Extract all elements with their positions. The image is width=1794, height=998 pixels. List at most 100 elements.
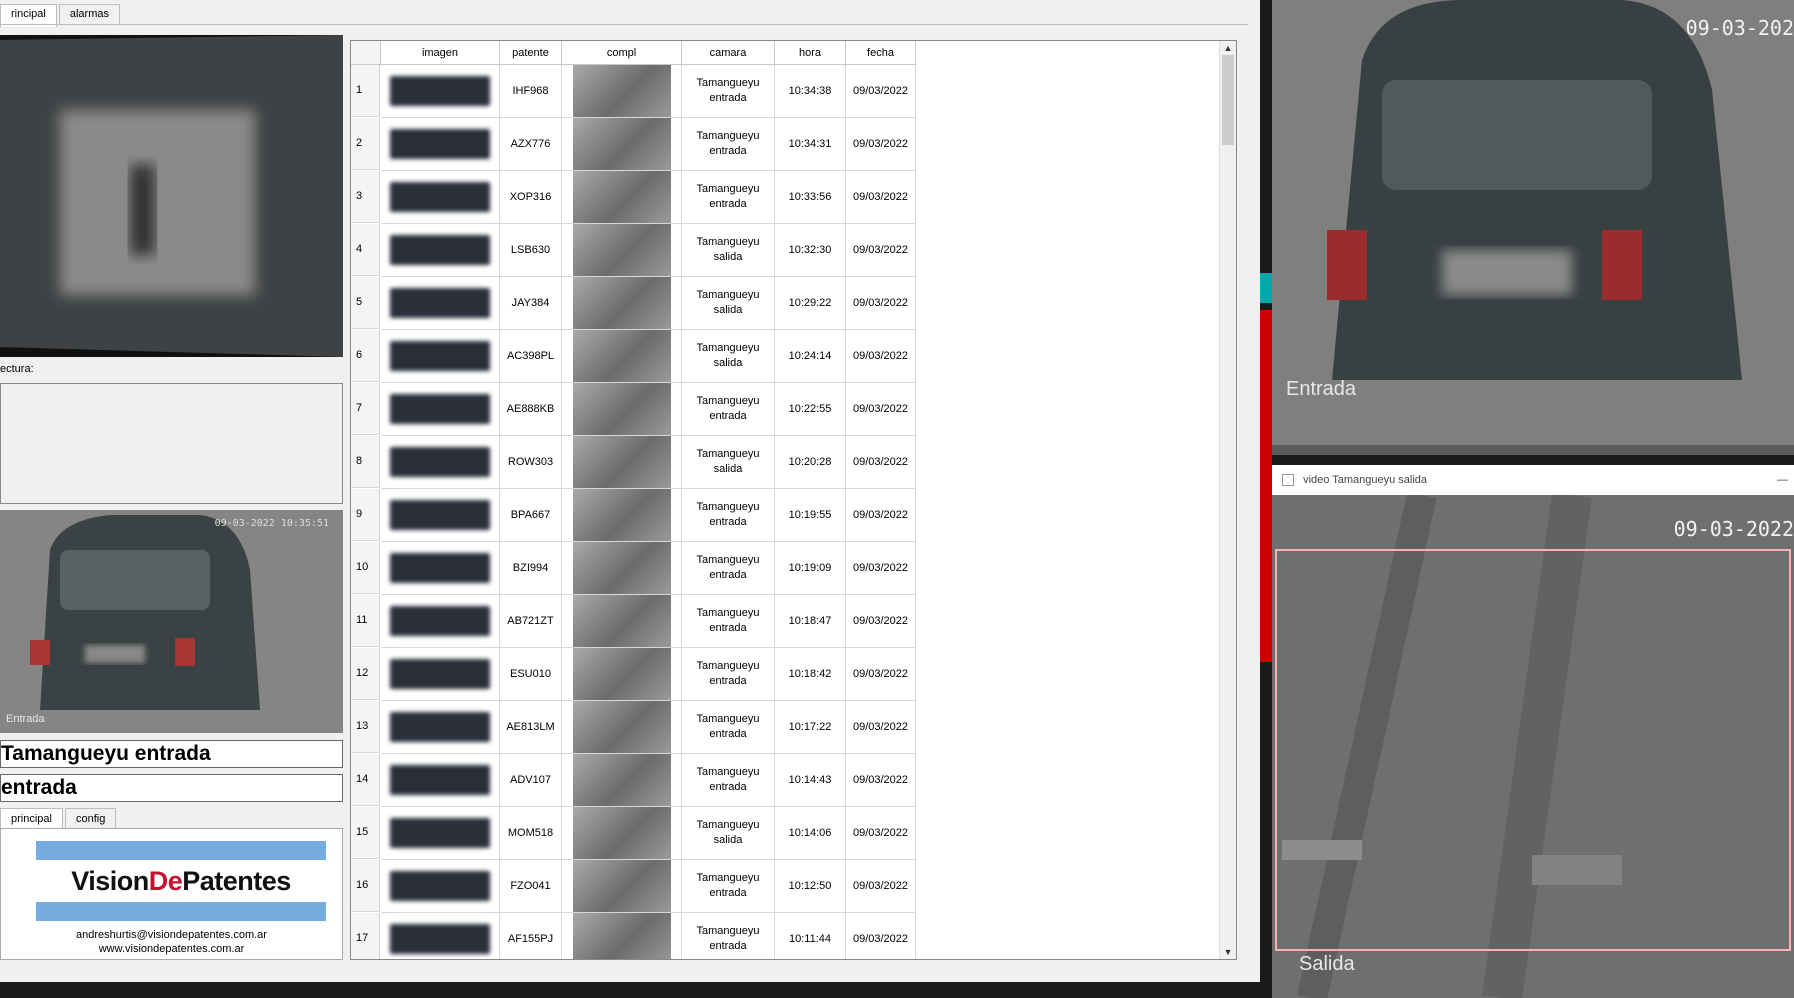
scroll-up-icon[interactable]: ▲ <box>1220 41 1236 55</box>
subtab-config[interactable]: config <box>64 808 117 829</box>
scroll-thumb[interactable] <box>1222 55 1234 145</box>
row-number: 8 <box>351 436 380 488</box>
header-hora[interactable]: hora <box>775 41 846 65</box>
row-number: 11 <box>351 595 380 647</box>
table-row[interactable]: 10 BZI994 Tamangueyu entrada 10:19:09 09/03/… <box>351 542 916 595</box>
header-rownum <box>351 41 381 65</box>
table-row[interactable]: 13 AE813LM Tamangueyu entrada 10:17:22 09/03… <box>351 701 916 754</box>
table-row[interactable]: 17 AF155PJ Tamangueyu entrada 10:11:44 09/03… <box>351 913 916 959</box>
plate-image <box>381 65 500 118</box>
video-entrada: 09-03-202 Entrada <box>1272 0 1794 455</box>
fecha-cell: 09/03/2022 <box>846 330 916 383</box>
table-row[interactable]: 16 FZO041 Tamangueyu entrada 10:12:50 09/03/… <box>351 860 916 913</box>
minimize-button[interactable]: — <box>1777 465 1788 495</box>
table-row[interactable]: 11 AB721ZT Tamangueyu entrada 10:18:47 09/03… <box>351 595 916 648</box>
header-imagen[interactable]: imagen <box>381 41 500 65</box>
patente-cell: AZX776 <box>500 118 562 171</box>
camara-cell: Tamangueyu entrada <box>682 595 775 648</box>
plate-image <box>381 436 500 489</box>
patente-cell: ROW303 <box>500 436 562 489</box>
patente-cell: AB721ZT <box>500 595 562 648</box>
car-thumbnail <box>572 648 671 700</box>
hora-cell: 10:14:43 <box>775 754 846 807</box>
compl-image <box>562 489 682 542</box>
table-row[interactable]: 15 MOM518 Tamangueyu salida 10:14:06 09/03/2… <box>351 807 916 860</box>
row-number: 13 <box>351 701 380 753</box>
row-number: 10 <box>351 542 380 594</box>
logo-panel: VisionDePatentes andreshurtis@visiondepa… <box>0 828 343 960</box>
table-row[interactable]: 4 LSB630 Tamangueyu salida 10:32:30 09/03/20… <box>351 224 916 277</box>
hora-cell: 10:12:50 <box>775 860 846 913</box>
fecha-cell: 09/03/2022 <box>846 807 916 860</box>
table-row[interactable]: 9 BPA667 Tamangueyu entrada 10:19:55 09/03/2… <box>351 489 916 542</box>
compl-image <box>562 330 682 383</box>
table-row[interactable]: 1 IHF968 Tamangueyu entrada 10:34:38 09/03/2… <box>351 65 916 118</box>
app-window: rincipal alarmas ectura: 09-03-2022 10:3… <box>0 0 1260 982</box>
hora-cell: 10:19:09 <box>775 542 846 595</box>
header-patente[interactable]: patente <box>500 41 562 65</box>
header-camara[interactable]: camara <box>682 41 775 65</box>
fecha-cell: 09/03/2022 <box>846 224 916 277</box>
compl-image <box>562 913 682 959</box>
car-thumbnail <box>572 65 671 117</box>
row-number: 9 <box>351 489 380 541</box>
header-compl[interactable]: compl <box>562 41 682 65</box>
teal-indicator <box>1260 273 1272 303</box>
plate-thumbnail <box>390 76 490 106</box>
camara-cell: Tamangueyu entrada <box>682 383 775 436</box>
hora-cell: 10:33:56 <box>775 171 846 224</box>
plate-thumbnail <box>390 659 490 689</box>
table-row[interactable]: 14 ADV107 Tamangueyu entrada 10:14:43 09/03/… <box>351 754 916 807</box>
car-thumbnail <box>572 701 671 753</box>
fecha-cell: 09/03/2022 <box>846 595 916 648</box>
hora-cell: 10:34:31 <box>775 118 846 171</box>
detections-table[interactable]: imagen patente compl camara hora fecha 1… <box>350 40 1237 960</box>
plate-image <box>381 595 500 648</box>
plate-image <box>381 489 500 542</box>
camara-cell: Tamangueyu entrada <box>682 118 775 171</box>
camara-cell: Tamangueyu entrada <box>682 648 775 701</box>
patente-cell: JAY384 <box>500 277 562 330</box>
hora-cell: 10:17:22 <box>775 701 846 754</box>
compl-image <box>562 224 682 277</box>
header-fecha[interactable]: fecha <box>846 41 916 65</box>
car-thumbnail <box>572 436 671 488</box>
car-thumbnail <box>572 542 671 594</box>
lectura-label: ectura: <box>0 363 34 375</box>
plate-image <box>381 913 500 959</box>
main-tabs: rincipal alarmas <box>0 4 122 27</box>
hora-cell: 10:32:30 <box>775 224 846 277</box>
table-row[interactable]: 6 AC398PL Tamangueyu salida 10:24:14 09/03/2… <box>351 330 916 383</box>
compl-image <box>562 860 682 913</box>
car-thumbnail <box>572 860 671 912</box>
car-thumbnail <box>572 383 671 435</box>
patente-cell: AE888KB <box>500 383 562 436</box>
video1-caption: Entrada <box>1286 378 1357 400</box>
plate-image <box>381 701 500 754</box>
hora-cell: 10:14:06 <box>775 807 846 860</box>
plate-thumbnail <box>390 924 490 954</box>
camera-name-label: Tamangueyu entrada <box>0 740 343 768</box>
video2-titlebar: video Tamangueyu salida — <box>1272 465 1794 495</box>
red-indicator <box>1260 310 1272 662</box>
table-row[interactable]: 5 JAY384 Tamangueyu salida 10:29:22 09/03/20… <box>351 277 916 330</box>
row-number: 2 <box>351 118 380 170</box>
table-row[interactable]: 12 ESU010 Tamangueyu entrada 10:18:42 09/03/… <box>351 648 916 701</box>
patente-cell: AE813LM <box>500 701 562 754</box>
tab-alarmas[interactable]: alarmas <box>58 4 120 24</box>
plate-thumbnail <box>390 712 490 742</box>
plate-image <box>381 224 500 277</box>
table-scrollbar[interactable]: ▲ ▼ <box>1219 41 1236 959</box>
row-number: 4 <box>351 224 380 276</box>
table-row[interactable]: 3 XOP316 Tamangueyu entrada 10:33:56 09/03/2… <box>351 171 916 224</box>
plate-thumbnail <box>390 500 490 530</box>
camara-cell: Tamangueyu entrada <box>682 860 775 913</box>
table-row[interactable]: 2 AZX776 Tamangueyu entrada 10:34:31 09/03/2… <box>351 118 916 171</box>
table-row[interactable]: 7 AE888KB Tamangueyu entrada 10:22:55 09/03/… <box>351 383 916 436</box>
hora-cell: 10:18:42 <box>775 648 846 701</box>
car-thumbnail <box>572 807 671 859</box>
scroll-down-icon[interactable]: ▼ <box>1220 945 1236 959</box>
lectura-textbox[interactable] <box>0 383 343 504</box>
table-row[interactable]: 8 ROW303 Tamangueyu salida 10:20:28 09/03/20… <box>351 436 916 489</box>
hora-cell: 10:29:22 <box>775 277 846 330</box>
